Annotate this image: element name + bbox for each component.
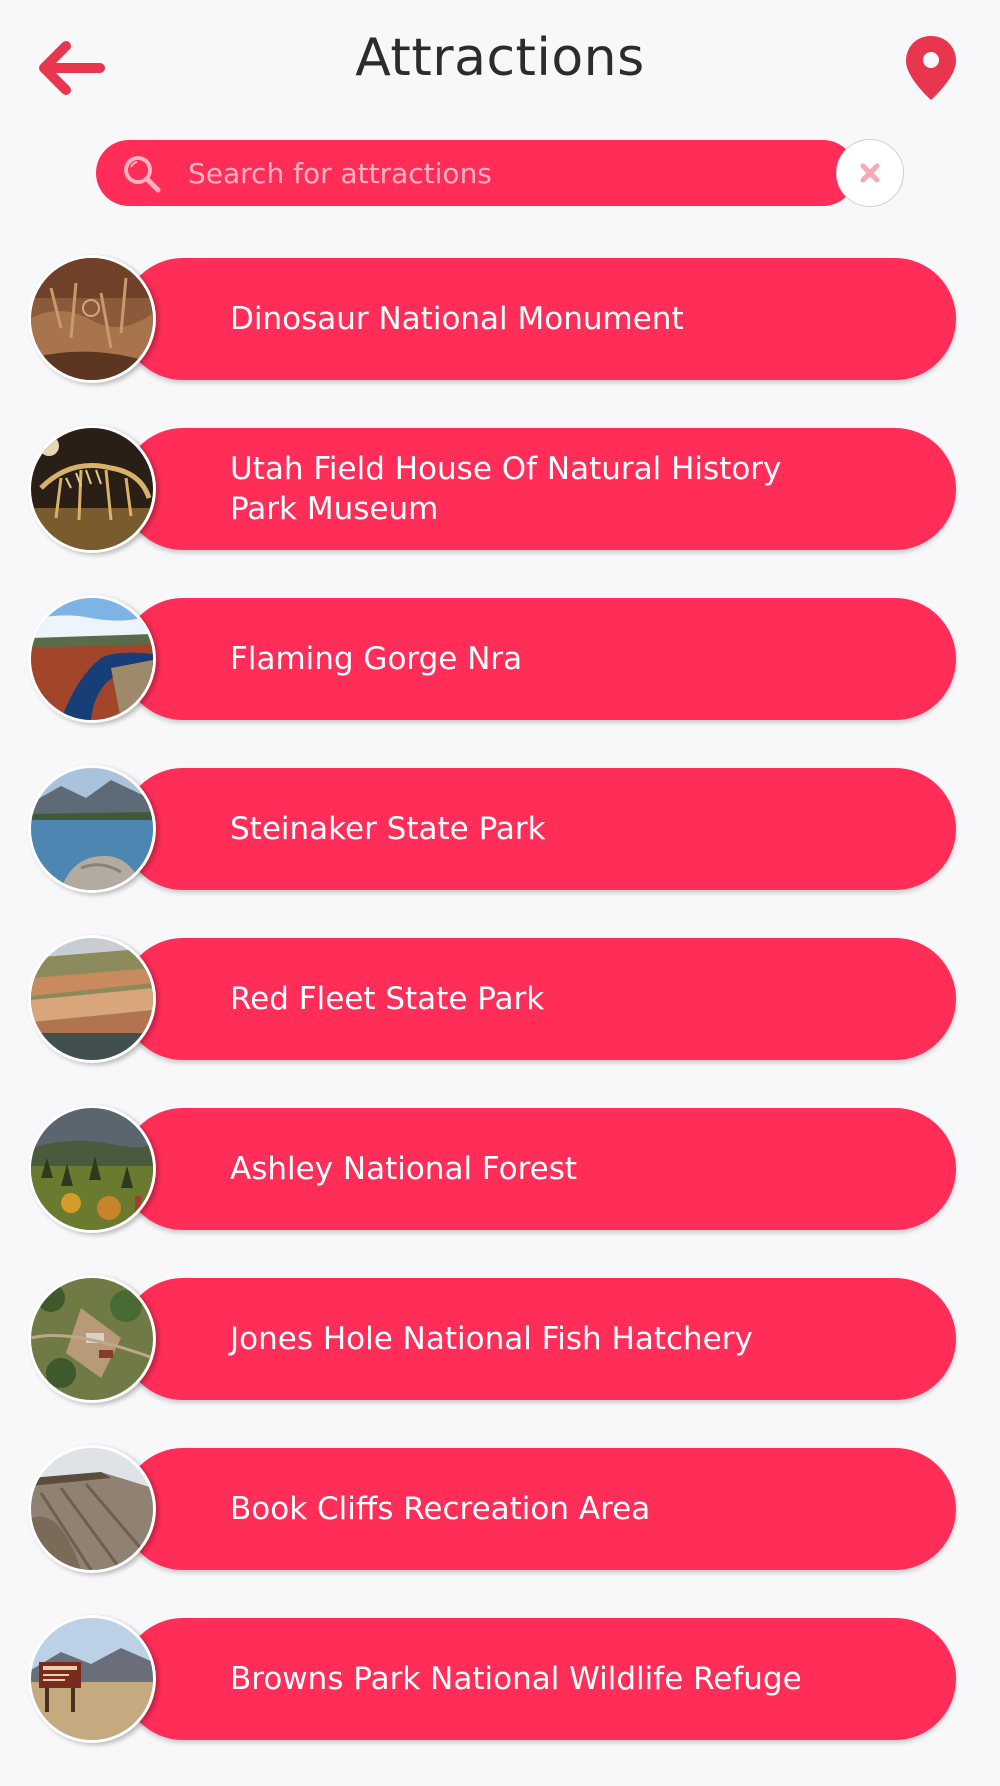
thumbnail [28,935,156,1063]
list-item[interactable]: Book Cliffs Recreation Area [0,1445,1000,1573]
attraction-name: Browns Park National Wildlife Refuge [230,1661,802,1697]
list-item[interactable]: Flaming Gorge Nra [0,595,1000,723]
petroglyph-rock-photo [31,258,153,380]
thumbnail [28,255,156,383]
dinosaur-skeleton-photo [31,428,153,550]
list-item[interactable]: Red Fleet State Park [0,935,1000,1063]
aerial-hatchery-photo [31,1278,153,1400]
attraction-pill[interactable]: Utah Field House Of Natural History Park… [122,428,956,550]
lake-rocks-photo [31,768,153,890]
attraction-name: Ashley National Forest [230,1151,578,1187]
search-bar [96,140,856,206]
thumbnail [28,595,156,723]
attraction-pill[interactable]: Ashley National Forest [122,1108,956,1230]
attraction-pill[interactable]: Browns Park National Wildlife Refuge [122,1618,956,1740]
list-item[interactable]: Ashley National Forest [0,1105,1000,1233]
cliffs-photo [31,1448,153,1570]
thumbnail [28,1105,156,1233]
attraction-pill[interactable]: Book Cliffs Recreation Area [122,1448,956,1570]
list-item[interactable]: Jones Hole National Fish Hatchery [0,1275,1000,1403]
list-item[interactable]: Dinosaur National Monument [0,255,1000,383]
attraction-name: Steinaker State Park [230,811,546,847]
attractions-list: Dinosaur National Monument Utah Field Ho… [0,255,1000,1786]
attraction-name: Utah Field House Of Natural History Park… [230,451,782,527]
thumbnail [28,1445,156,1573]
attraction-pill[interactable]: Steinaker State Park [122,768,956,890]
attraction-pill[interactable]: Jones Hole National Fish Hatchery [122,1278,956,1400]
page-title: Attractions [355,28,645,88]
list-item[interactable]: Utah Field House Of Natural History Park… [0,425,1000,553]
attraction-name: Book Cliffs Recreation Area [230,1491,651,1527]
search-input[interactable] [188,140,808,206]
forest-hills-photo [31,1108,153,1230]
refuge-sign-photo [31,1618,153,1740]
attraction-pill[interactable]: Flaming Gorge Nra [122,598,956,720]
attraction-name: Jones Hole National Fish Hatchery [230,1321,753,1357]
attraction-pill[interactable]: Dinosaur National Monument [122,258,956,380]
clear-search-button[interactable] [836,139,904,207]
thumbnail [28,1615,156,1743]
list-item[interactable]: Steinaker State Park [0,765,1000,893]
red-rock-lake-photo [31,938,153,1060]
list-item[interactable]: Browns Park National Wildlife Refuge [0,1615,1000,1743]
thumbnail [28,1275,156,1403]
thumbnail [28,425,156,553]
location-button[interactable] [903,34,959,102]
attraction-name: Red Fleet State Park [230,981,545,1017]
map-pin-icon [906,36,956,100]
app-header: Attractions [0,0,1000,125]
canyon-river-photo [31,598,153,720]
attraction-name: Dinosaur National Monument [230,301,684,337]
search-icon [124,156,161,193]
attraction-pill[interactable]: Red Fleet State Park [122,938,956,1060]
attraction-name: Flaming Gorge Nra [230,641,523,677]
thumbnail [28,765,156,893]
close-icon [860,163,880,183]
